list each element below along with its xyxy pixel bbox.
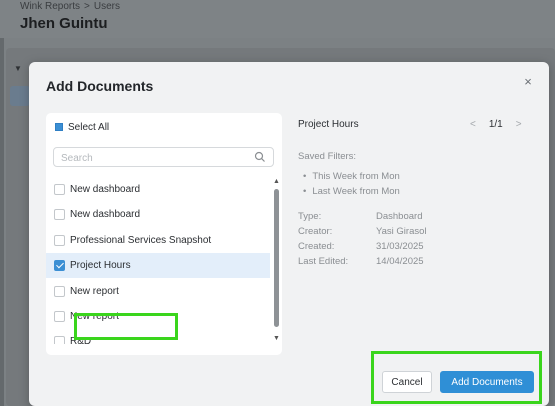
item-checkbox[interactable]: [54, 235, 65, 246]
chevron-down-icon: ▼: [14, 64, 22, 73]
item-checkbox[interactable]: [54, 286, 65, 297]
item-label: New dashboard: [70, 184, 141, 195]
item-label: Project Hours: [70, 260, 131, 271]
list-item-selected[interactable]: Project Hours: [46, 253, 270, 278]
chevron-left-icon[interactable]: <: [470, 119, 476, 130]
add-documents-button[interactable]: Add Documents: [440, 371, 534, 393]
list-scrollbar[interactable]: ▲ ▼: [273, 177, 281, 348]
breadcrumb: Wink Reports > Users: [20, 1, 120, 12]
item-checkbox[interactable]: [54, 311, 65, 322]
pager-count: 1/1: [488, 119, 503, 130]
meta-key-creator: Creator:: [298, 226, 333, 237]
select-all-label: Select All: [68, 121, 110, 133]
select-all-checkbox[interactable]: Select All: [55, 120, 109, 134]
list-item[interactable]: New report: [46, 279, 270, 304]
item-label: Professional Services Snapshot: [70, 235, 212, 246]
cancel-button[interactable]: Cancel: [382, 371, 432, 393]
detail-title: Project Hours: [298, 119, 359, 130]
add-documents-modal: Add Documents × Select All New dashboard…: [29, 62, 549, 406]
search-input[interactable]: [54, 149, 244, 168]
background-selection: [10, 86, 30, 106]
background-header: Wink Reports > Users Jhen Guintu: [0, 0, 555, 38]
meta-value-last-edited: 14/04/2025: [376, 256, 424, 267]
meta-value-creator: Yasi Girasol: [376, 226, 427, 237]
saved-filter-item: Last Week from Mon: [303, 186, 399, 197]
meta-value-type: Dashboard: [376, 211, 423, 222]
meta-key-last-edited: Last Edited:: [298, 256, 349, 267]
scrollbar-thumb[interactable]: [274, 189, 279, 327]
item-checkbox[interactable]: [54, 209, 65, 220]
list-item[interactable]: Professional Services Snapshot: [46, 228, 270, 253]
list-item[interactable]: New dashboard: [46, 202, 270, 227]
chevron-right-icon[interactable]: >: [516, 119, 522, 130]
background-left-bar: [0, 38, 4, 406]
scroll-up-icon[interactable]: ▲: [273, 178, 280, 185]
search-field[interactable]: [53, 147, 274, 168]
item-checkbox[interactable]: [54, 336, 65, 344]
close-icon[interactable]: ×: [519, 73, 537, 91]
search-icon[interactable]: [254, 151, 266, 163]
item-label: New report: [70, 286, 119, 297]
meta-value-created: 31/03/2025: [376, 241, 424, 252]
breadcrumb-item[interactable]: Wink Reports: [20, 1, 80, 12]
meta-key-created: Created:: [298, 241, 335, 252]
selection-highlight: [74, 313, 178, 340]
breadcrumb-separator: >: [84, 1, 90, 12]
item-checkbox[interactable]: [54, 184, 65, 195]
scroll-down-icon[interactable]: ▼: [273, 335, 280, 342]
item-label: New dashboard: [70, 209, 141, 220]
item-checkbox-checked[interactable]: [54, 260, 65, 271]
saved-filters-label: Saved Filters:: [298, 151, 357, 162]
modal-title: Add Documents: [46, 78, 154, 94]
list-item[interactable]: New dashboard: [46, 177, 270, 202]
breadcrumb-item[interactable]: Users: [94, 1, 120, 12]
meta-key-type: Type:: [298, 211, 322, 222]
select-all-box[interactable]: [55, 123, 63, 131]
page-title: Jhen Guintu: [20, 15, 108, 32]
pager: < 1/1 >: [470, 119, 522, 130]
saved-filter-item: This Week from Mon: [303, 171, 399, 182]
